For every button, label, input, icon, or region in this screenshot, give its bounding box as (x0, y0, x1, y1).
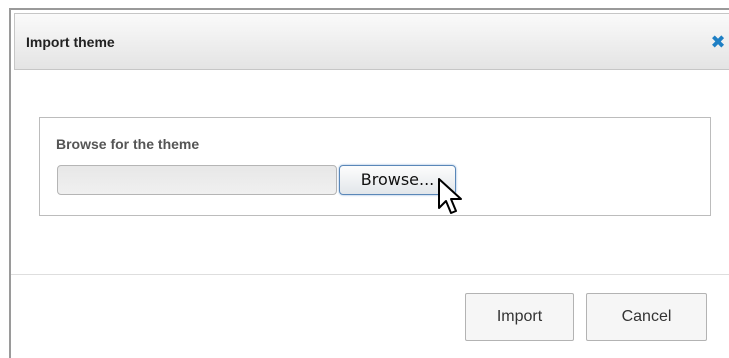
browse-section: Browse for the theme Browse... (39, 117, 711, 216)
file-path-field[interactable] (57, 165, 337, 195)
import-button[interactable]: Import (465, 293, 574, 341)
mouse-pointer-icon (438, 178, 462, 214)
close-icon[interactable]: ✖ (708, 32, 728, 52)
dialog-titlebar: Import theme ✖ (14, 13, 729, 70)
browse-section-label: Browse for the theme (56, 136, 200, 152)
dialog-title: Import theme (26, 34, 115, 50)
cancel-button[interactable]: Cancel (586, 293, 707, 341)
import-theme-dialog: Import theme ✖ Browse for the theme Brow… (9, 8, 729, 358)
footer-divider (11, 274, 729, 275)
